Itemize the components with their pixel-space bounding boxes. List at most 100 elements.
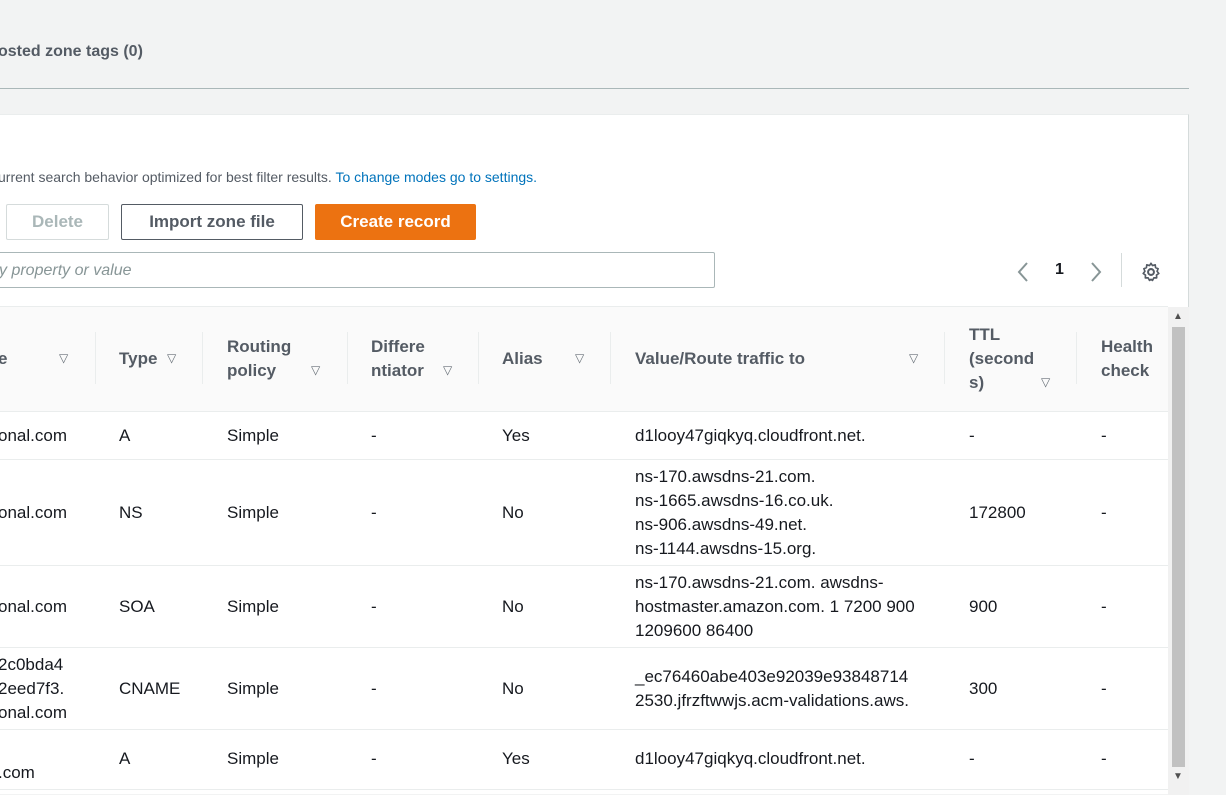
col-record-name[interactable]: e (0, 347, 7, 371)
cell-ttl: 172800 (969, 503, 1026, 522)
cell-alias: No (502, 679, 524, 698)
scroll-down-icon[interactable]: ▼ (1173, 771, 1183, 782)
col-ttl-line3: s) (969, 373, 985, 392)
col-health-line1: Health (1101, 337, 1153, 356)
col-differentiator[interactable]: Differe ntiator (371, 335, 425, 383)
cell-health-check: - (1101, 679, 1107, 698)
cell-type: SOA (119, 597, 155, 616)
cell-differentiator: - (371, 503, 377, 522)
cell-differentiator: - (371, 426, 377, 445)
col-ttl[interactable]: TTL (second s) (969, 323, 1034, 395)
cell-ttl: - (969, 749, 975, 768)
cell-ttl: - (969, 426, 975, 445)
filter-placeholder: y property or value (0, 262, 132, 279)
cell-value: _ec76460abe403e92039e93848714 2530.jfrzf… (635, 665, 909, 713)
records-panel: urrent search behavior optimized for bes… (0, 114, 1189, 795)
col-routing-line1: Routing (227, 337, 292, 356)
chevron-right-icon[interactable] (1089, 261, 1103, 283)
create-record-button[interactable]: Create record (315, 204, 476, 240)
value-line: hostmaster.amazon.com. 1 7200 900 (635, 597, 915, 616)
cell-value: d1looy47giqkyq.cloudfront.net. (635, 426, 866, 445)
name-line: 2c0bda4 (0, 655, 64, 674)
cell-health-check: - (1101, 749, 1107, 768)
cell-health-check: - (1101, 503, 1107, 522)
value-line: 1209600 86400 (635, 621, 754, 640)
cell-alias: No (502, 503, 524, 522)
table-row[interactable]: onal.com NS Simple - No ns-170.awsdns-21… (0, 460, 1168, 566)
cell-type: NS (119, 503, 143, 522)
table-scrollbar[interactable]: ▲ ▼ (1168, 307, 1189, 795)
value-line: ns-1144.awsdns-15.org. (635, 539, 817, 558)
cell-routing: Simple (227, 503, 279, 522)
cell-type: A (119, 749, 131, 768)
import-zone-file-button[interactable]: Import zone file (121, 204, 303, 240)
table-row[interactable]: 2c0bda4 2eed7f3. onal.com CNAME Simple -… (0, 648, 1168, 730)
tab-hosted-zone-tags[interactable]: osted zone tags (0) (0, 43, 143, 61)
column-divider[interactable] (95, 332, 96, 384)
cell-record-name[interactable]: onal.com (0, 501, 67, 525)
name-line: 2eed7f3. (0, 679, 65, 698)
page-number[interactable]: 1 (1055, 261, 1064, 279)
cell-value: ns-170.awsdns-21.com. ns-1665.awsdns-16.… (635, 465, 833, 561)
column-divider[interactable] (1076, 332, 1077, 384)
col-value[interactable]: Value/Route traffic to (635, 347, 805, 371)
column-divider[interactable] (347, 332, 348, 384)
col-routing-policy[interactable]: Routing policy (227, 335, 291, 383)
cell-health-check: - (1101, 597, 1107, 616)
delete-button[interactable]: Delete (6, 204, 109, 240)
sort-caret-icon[interactable]: ▽ (575, 351, 584, 365)
scroll-up-icon[interactable]: ▲ (1173, 311, 1183, 322)
col-routing-line2: policy (227, 361, 277, 380)
col-type[interactable]: Type (119, 347, 157, 371)
chevron-left-icon[interactable] (1016, 261, 1030, 283)
cell-routing: Simple (227, 749, 279, 768)
cell-routing: Simple (227, 426, 279, 445)
col-ttl-line1: TTL (969, 325, 1001, 344)
cell-routing: Simple (227, 679, 279, 698)
sort-caret-icon[interactable]: ▽ (311, 363, 320, 377)
search-mode-note: urrent search behavior optimized for bes… (0, 169, 537, 185)
col-ttl-line2: (second (969, 349, 1035, 368)
col-health-check[interactable]: Health check (1101, 335, 1153, 383)
cell-record-name[interactable]: onal.com (0, 424, 67, 448)
value-line: _ec76460abe403e92039e93848714 (635, 667, 909, 686)
cell-health-check: - (1101, 426, 1107, 445)
table-header: e ▽ Type ▽ Routing policy ▽ Differe ntia… (0, 306, 1168, 412)
cell-differentiator: - (371, 679, 377, 698)
settings-link[interactable]: To change modes go to settings. (335, 169, 537, 185)
cell-ttl: 900 (969, 597, 998, 616)
cell-alias: Yes (502, 426, 530, 445)
value-line: ns-1665.awsdns-16.co.uk. (635, 491, 834, 510)
cell-record-name[interactable]: 2c0bda4 2eed7f3. onal.com (0, 653, 67, 725)
search-mode-text: urrent search behavior optimized for bes… (0, 169, 332, 185)
value-line: 2530.jfrzftwwjs.acm-validations.aws. (635, 691, 909, 710)
cell-routing: Simple (227, 597, 279, 616)
sort-caret-icon[interactable]: ▽ (909, 351, 918, 365)
table-row[interactable]: onal.com SOA Simple - No ns-170.awsdns-2… (0, 566, 1168, 648)
tab-bar: osted zone tags (0) (0, 0, 1189, 89)
cell-value: d1looy47giqkyq.cloudfront.net. (635, 749, 866, 768)
col-diff-line2: ntiator (371, 361, 424, 380)
value-line: ns-170.awsdns-21.com. (635, 467, 816, 486)
value-line: ns-170.awsdns-21.com. awsdns- (635, 573, 884, 592)
sort-caret-icon[interactable]: ▽ (59, 351, 68, 365)
sort-caret-icon[interactable]: ▽ (1041, 375, 1050, 389)
table-row[interactable]: onal.com A Simple - Yes d1looy47giqkyq.c… (0, 412, 1168, 460)
col-alias[interactable]: Alias (502, 347, 543, 371)
name-line: onal.com (0, 703, 67, 722)
column-divider[interactable] (478, 332, 479, 384)
column-divider[interactable] (202, 332, 203, 384)
table-row[interactable]: .com A Simple - Yes d1looy47giqkyq.cloud… (0, 730, 1168, 790)
cell-record-name[interactable]: onal.com (0, 595, 67, 619)
cell-record-name[interactable]: .com (0, 761, 35, 785)
cell-alias: Yes (502, 749, 530, 768)
filter-input[interactable]: y property or value (0, 252, 715, 288)
column-divider[interactable] (610, 332, 611, 384)
sort-caret-icon[interactable]: ▽ (167, 351, 176, 365)
scrollbar-thumb[interactable] (1172, 327, 1185, 767)
gear-icon[interactable] (1140, 261, 1162, 283)
cell-value: ns-170.awsdns-21.com. awsdns- hostmaster… (635, 571, 915, 643)
col-health-line2: check (1101, 361, 1150, 380)
sort-caret-icon[interactable]: ▽ (443, 363, 452, 377)
column-divider[interactable] (944, 332, 945, 384)
